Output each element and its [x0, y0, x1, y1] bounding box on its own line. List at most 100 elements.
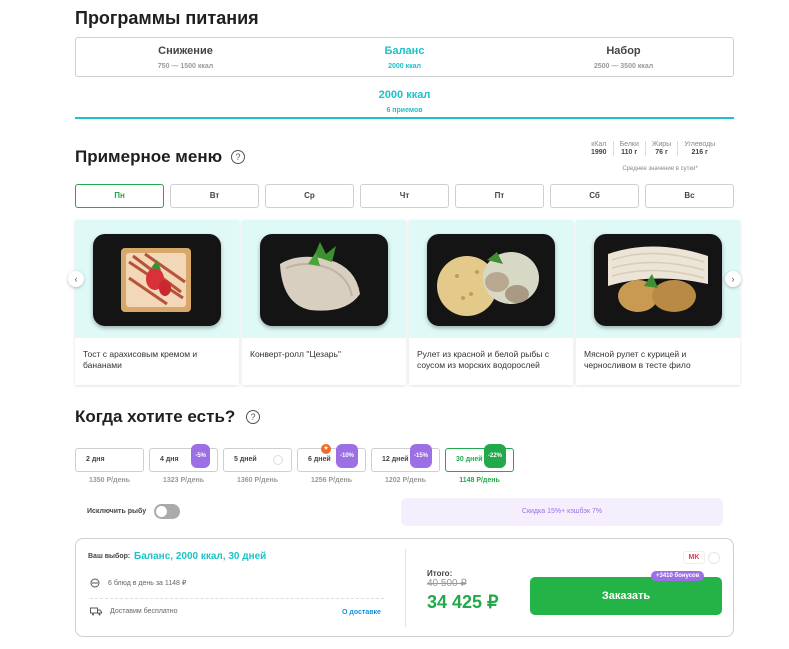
period-price: 1148 Р/день — [459, 477, 500, 484]
program-kcal: 2000 ккал — [388, 63, 421, 70]
period-selector: 2 дня 1350 Р/день 4 дня -5% 1323 Р/день … — [75, 444, 514, 484]
nutrition-value: 216 г — [691, 149, 708, 156]
nutrition-carbs: Углеводы 216 г — [677, 141, 721, 156]
day-tab-mon[interactable]: Пн — [75, 184, 164, 208]
program-name: Набор — [606, 45, 641, 57]
period-button[interactable]: 4 дня -5% — [149, 444, 218, 472]
order-button[interactable]: Заказать — [530, 577, 722, 615]
bonus-badge: +3410 бонусов — [651, 571, 705, 581]
total-price: 34 425 ₽ — [427, 592, 499, 612]
dish-card[interactable]: Тост с арахисовым кремом и бананами — [75, 220, 239, 385]
radio-dot-icon[interactable] — [708, 552, 720, 564]
dish-card[interactable]: Конверт-ролл "Цезарь" — [242, 220, 406, 385]
period-price: 1360 Р/день — [237, 477, 278, 484]
nutrition-label: Углеводы — [684, 141, 716, 148]
period-label: 12 дней — [382, 456, 409, 463]
day-tabs: Пн Вт Ср Чт Пт Сб Вс — [75, 184, 734, 208]
day-tab-tue[interactable]: Вт — [170, 184, 259, 208]
radio-dot-icon — [273, 455, 283, 465]
period-option[interactable]: 4 дня -5% 1323 Р/день — [149, 444, 218, 484]
dish-tray — [427, 234, 555, 326]
period-label: 6 дней — [308, 456, 331, 463]
choice-value: Баланс, 2000 ккал, 30 дней — [134, 551, 267, 562]
carousel-next-icon[interactable]: › — [725, 271, 741, 287]
exclude-fish-label: Исключить рыбу — [87, 508, 147, 515]
mk-logo[interactable]: MK — [683, 551, 705, 564]
program-kcal: 750 — 1500 ккал — [157, 63, 214, 70]
menu-help-icon[interactable]: ? — [231, 150, 245, 164]
day-tab-thu[interactable]: Чт — [360, 184, 449, 208]
dish-card[interactable]: Мясной рулет с курицей и черносливом в т… — [576, 220, 740, 385]
discount-badge: -15% — [409, 444, 432, 468]
period-button[interactable]: 2 дня — [75, 448, 144, 472]
nutrition-label: Жиры — [651, 141, 672, 148]
dish-title: Мясной рулет с курицей и черносливом в т… — [584, 349, 691, 370]
program-tab-balance[interactable]: Баланс 2000 ккал — [295, 38, 514, 76]
nutrition-fat: Жиры 76 г — [644, 141, 677, 156]
period-price: 1350 Р/день — [89, 477, 130, 484]
nutrition-value: 110 г — [621, 149, 638, 156]
program-tab-weight-loss[interactable]: Снижение 750 — 1500 ккал — [76, 38, 295, 76]
day-tab-fri[interactable]: Пт — [455, 184, 544, 208]
meals-row: 6 блюд в день за 1148 ₽ — [90, 578, 186, 588]
period-button[interactable]: 12 дней -15% — [371, 444, 440, 472]
dish-tray — [594, 234, 722, 326]
program-selector: Снижение 750 — 1500 ккал Баланс 2000 кка… — [75, 37, 734, 77]
menu-carousel: Тост с арахисовым кремом и бананами Конв… — [75, 220, 740, 385]
delivery-info-link[interactable]: О доставке — [342, 609, 381, 616]
period-label: 5 дней — [234, 456, 257, 463]
menu-title: Примерное меню — [75, 147, 223, 166]
dish-card[interactable]: Рулет из красной и белой рыбы с соусом и… — [409, 220, 573, 385]
nutrition-summary: кКал 1990 Белки 110 г Жиры 76 г Углеводы… — [585, 141, 721, 156]
day-tab-wed[interactable]: Ср — [265, 184, 354, 208]
period-label: 2 дня — [86, 456, 105, 463]
nutrition-note: Среднее значение в сутки* — [622, 166, 698, 172]
period-option[interactable]: 2 дня 1350 Р/день — [75, 448, 144, 484]
period-price: 1323 Р/день — [163, 477, 204, 484]
truck-icon — [90, 607, 102, 616]
exclude-fish-toggle[interactable] — [154, 504, 180, 519]
delivery-row: Доставим бесплатно — [90, 607, 178, 616]
total-label: Итого: — [427, 569, 453, 578]
page-title: Программы питания — [75, 8, 259, 28]
divider — [90, 598, 384, 599]
period-button[interactable]: 6 дней ✦ -10% — [297, 444, 366, 472]
dish-image — [576, 220, 740, 338]
nutrition-protein: Белки 110 г — [612, 141, 645, 156]
meals-count: 6 приемов — [386, 107, 423, 114]
carousel-prev-icon[interactable]: ‹ — [68, 271, 84, 287]
period-price: 1256 Р/день — [311, 477, 352, 484]
day-tab-sat[interactable]: Сб — [550, 184, 639, 208]
discount-badge: -10% — [335, 444, 358, 468]
dish-tray — [93, 234, 221, 326]
dish-title: Рулет из красной и белой рыбы с соусом и… — [417, 349, 549, 370]
period-option-selected[interactable]: 30 дней -22% 1148 Р/день — [445, 444, 514, 484]
delivery-text: Доставим бесплатно — [110, 608, 178, 615]
dish-icon — [90, 578, 100, 588]
old-price: 40 500 ₽ — [427, 578, 467, 589]
when-help-icon[interactable]: ? — [246, 410, 260, 424]
program-name: Баланс — [384, 45, 425, 57]
nutrition-label: Белки — [619, 141, 639, 148]
nutrition-kcal: кКал 1990 — [585, 141, 613, 156]
period-button[interactable]: 5 дней — [223, 448, 292, 472]
period-price: 1202 Р/день — [385, 477, 426, 484]
discount-badge: -22% — [483, 444, 506, 468]
dish-image — [75, 220, 239, 338]
period-option[interactable]: 6 дней ✦ -10% 1256 Р/день — [297, 444, 366, 484]
dish-tray — [260, 234, 388, 326]
period-option[interactable]: 5 дней 1360 Р/день — [223, 448, 292, 484]
period-button[interactable]: 30 дней -22% — [445, 444, 514, 472]
kcal-option-selected[interactable]: 2000 ккал — [75, 89, 734, 101]
dish-title: Конверт-ролл "Цезарь" — [250, 349, 341, 359]
choice-label: Ваш выбор: — [88, 553, 131, 560]
program-name: Снижение — [158, 45, 213, 57]
dish-image — [242, 220, 406, 338]
kcal-underline — [75, 117, 734, 119]
fire-icon: ✦ — [321, 444, 331, 454]
dish-image — [409, 220, 573, 338]
program-tab-gain[interactable]: Набор 2500 — 3500 ккал — [514, 38, 733, 76]
toggle-knob — [156, 506, 167, 517]
period-option[interactable]: 12 дней -15% 1202 Р/день — [371, 444, 440, 484]
day-tab-sun[interactable]: Вс — [645, 184, 734, 208]
